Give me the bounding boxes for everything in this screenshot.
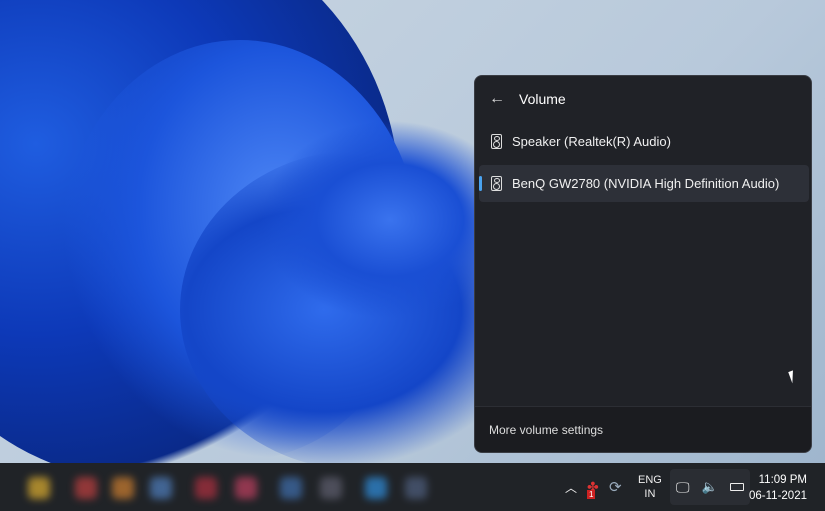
device-label: BenQ GW2780 (NVIDIA High Definition Audi… xyxy=(512,176,780,191)
app-icon[interactable] xyxy=(235,477,257,499)
clock[interactable]: 11:09 PM 06-11-2021 xyxy=(749,472,807,504)
language-code: ENG xyxy=(638,474,662,486)
app-icon[interactable] xyxy=(28,477,50,499)
chevron-up-icon: ︿ xyxy=(565,480,578,495)
app-icon[interactable] xyxy=(405,477,427,499)
app-icon[interactable] xyxy=(365,477,387,499)
quick-settings-button[interactable]: 🖵 🔈 xyxy=(670,469,750,505)
date: 06-11-2021 xyxy=(749,490,807,502)
device-label: Speaker (Realtek(R) Audio) xyxy=(512,134,671,149)
network-icon: 🖵 xyxy=(676,478,690,495)
speaker-icon xyxy=(491,176,502,191)
app-icon[interactable] xyxy=(150,477,172,499)
taskbar: ︿ ✤ 1 ⟳ ENG IN 🖵 🔈 11:09 PM 06-11-2021 xyxy=(0,463,825,511)
device-speaker-realtek[interactable]: Speaker (Realtek(R) Audio) xyxy=(479,123,809,160)
dropbox-icon[interactable]: ✤ 1 xyxy=(587,479,599,499)
app-icon[interactable] xyxy=(320,477,342,499)
app-icon[interactable] xyxy=(195,477,217,499)
battery-icon xyxy=(729,483,744,491)
notification-badge: 1 xyxy=(587,489,596,499)
app-icon[interactable] xyxy=(75,477,97,499)
back-arrow-icon[interactable]: ← xyxy=(489,90,505,108)
volume-icon: 🔈 xyxy=(701,479,718,494)
app-icon[interactable] xyxy=(280,477,302,499)
region-code: IN xyxy=(644,488,656,500)
time: 11:09 PM xyxy=(758,474,807,486)
volume-flyout: ← Volume Speaker (Realtek(R) Audio) BenQ… xyxy=(474,75,812,453)
flyout-title: Volume xyxy=(519,91,566,107)
language-indicator[interactable]: ENG IN xyxy=(638,463,662,511)
show-hidden-icons[interactable]: ︿ xyxy=(565,463,577,511)
device-benq-nvidia[interactable]: BenQ GW2780 (NVIDIA High Definition Audi… xyxy=(479,165,809,202)
app-icon[interactable] xyxy=(112,477,134,499)
sync-icon[interactable]: ⟳ xyxy=(609,478,622,496)
speaker-icon xyxy=(491,134,502,149)
more-volume-settings-link[interactable]: More volume settings xyxy=(489,423,603,437)
